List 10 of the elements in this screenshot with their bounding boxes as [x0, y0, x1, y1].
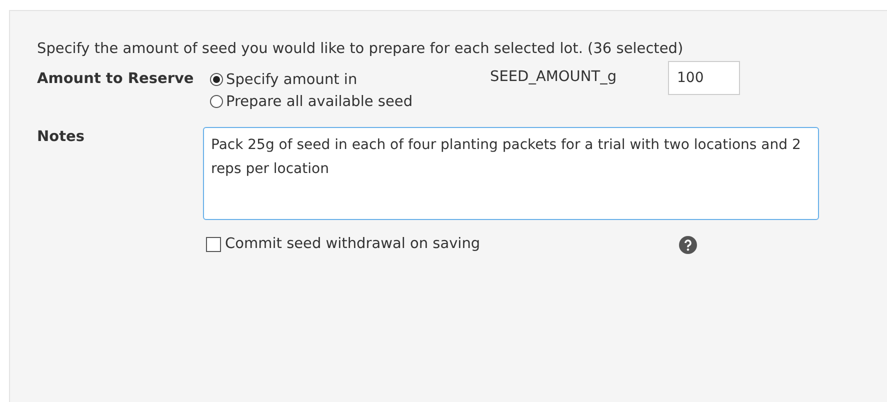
commit-checkbox[interactable]: Commit seed withdrawal on saving	[206, 234, 679, 256]
amount-input[interactable]: 100	[668, 60, 740, 95]
field-label: Amount to Reserve	[37, 70, 195, 89]
help-icon[interactable]	[679, 236, 697, 254]
radio-option[interactable]: Specify amount in	[210, 68, 490, 91]
instructions-text: Specify the amount of seed you would like to prepare for each selected lot. (36 selected)	[37, 40, 684, 59]
radio-option[interactable]: Prepare all available seed	[210, 90, 490, 113]
unit-label: SEED_AMOUNT_g	[490, 68, 618, 87]
field-label: Notes	[37, 128, 86, 147]
notes-field[interactable]: Pack 25g of seed in each of four planting packets for a trial with two locations and 2 reps per location	[203, 126, 819, 220]
